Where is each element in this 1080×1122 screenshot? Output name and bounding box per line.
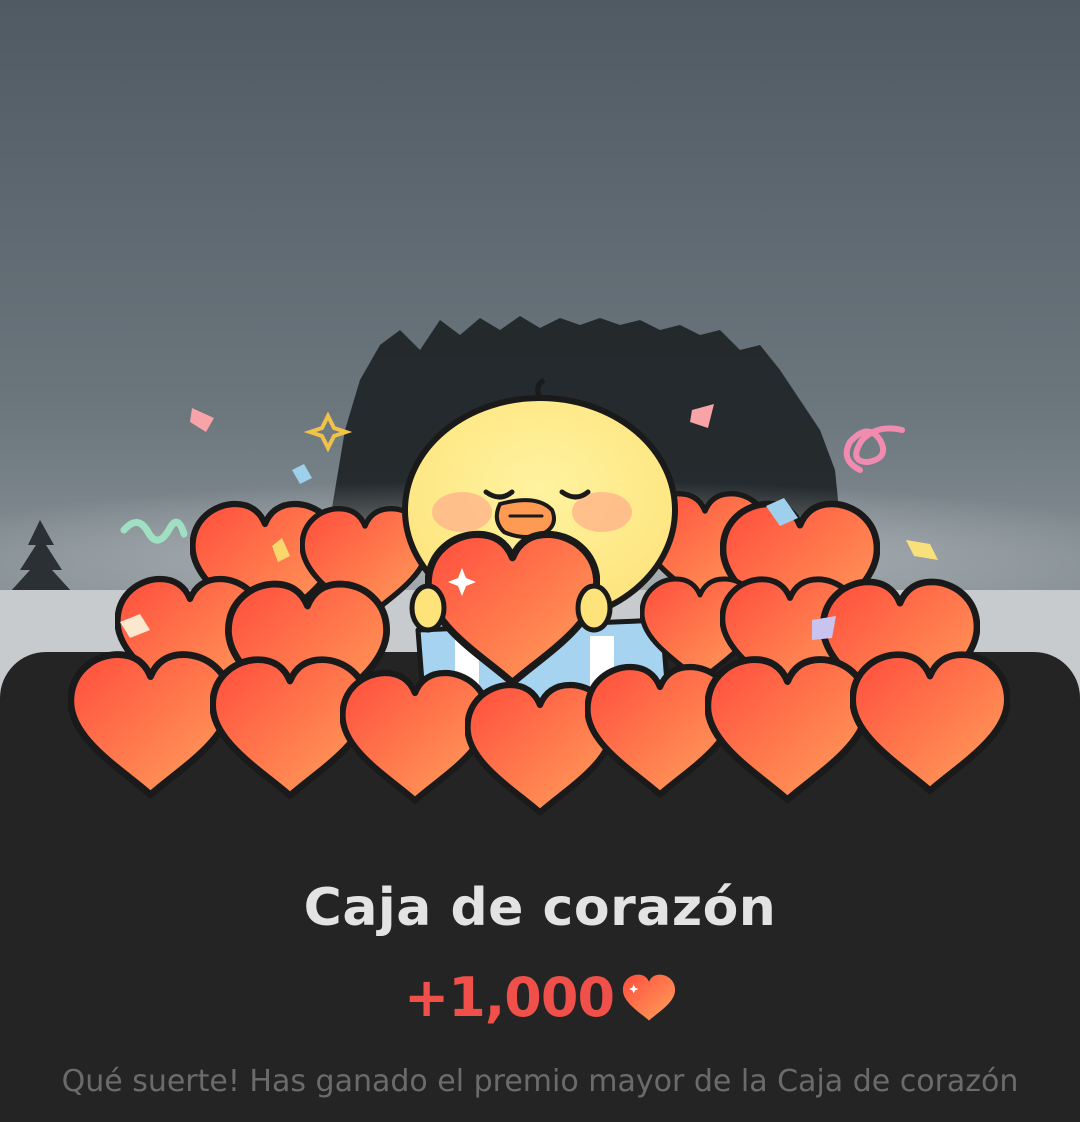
reward-title: Caja de corazón xyxy=(303,878,777,938)
heart-icon xyxy=(622,974,676,1020)
reward-amount-row: +1,000 xyxy=(0,966,1080,1029)
heart-decoration xyxy=(708,660,868,800)
heart-decoration xyxy=(853,655,1008,791)
reward-amount: +1,000 xyxy=(403,966,615,1029)
heart-box-illustration xyxy=(0,377,1080,860)
heart-decoration xyxy=(71,655,231,795)
reward-description: Qué suerte! Has ganado el premio mayor d… xyxy=(61,1064,1019,1099)
